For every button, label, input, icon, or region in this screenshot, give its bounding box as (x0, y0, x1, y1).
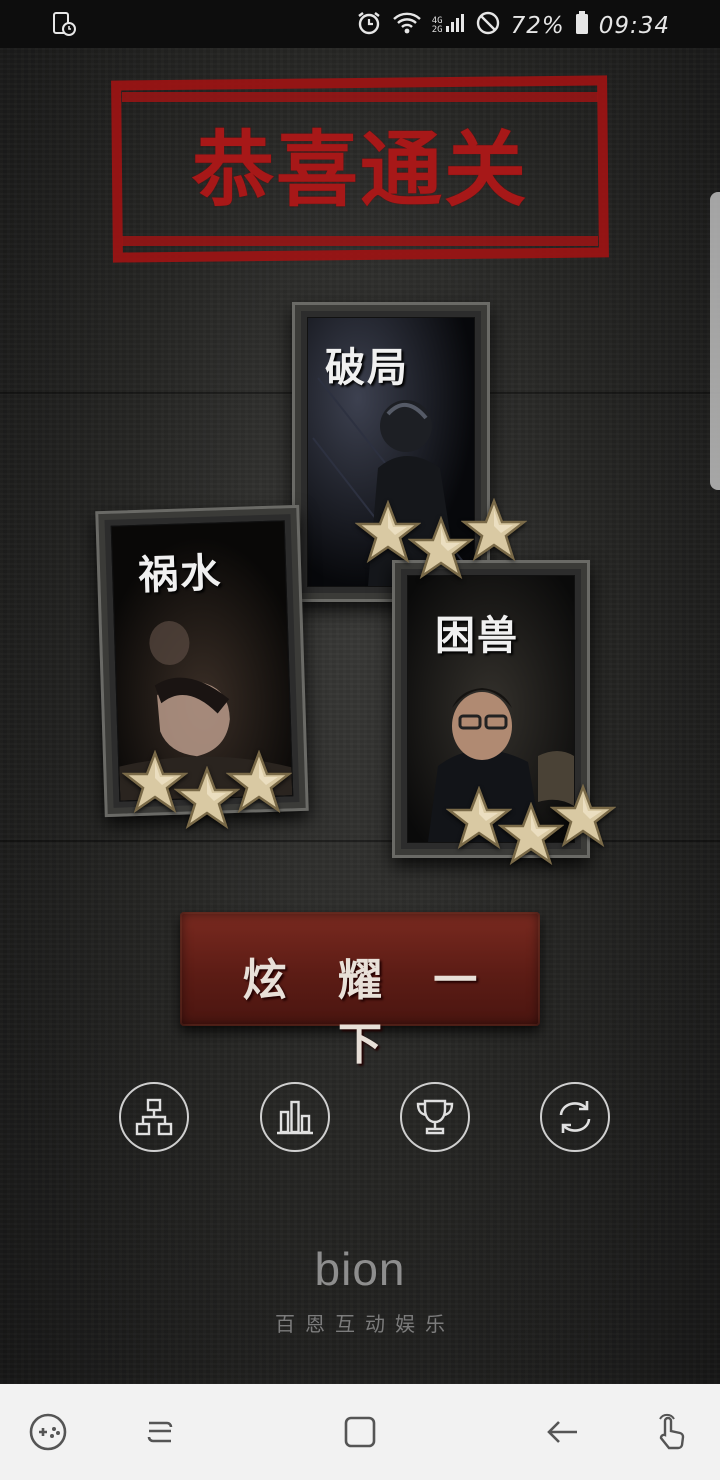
share-button-label: 炫 耀 一 下 (242, 955, 496, 1070)
level-name: 困兽 (435, 613, 519, 659)
network-type-label: 4G 2G (432, 17, 443, 35)
achievements-button[interactable] (400, 1082, 470, 1152)
level-name: 破局 (325, 345, 409, 391)
network-bottom-label: 2G (431, 25, 443, 35)
level-name: 祸水 (137, 550, 223, 599)
wifi-icon (392, 10, 422, 42)
touch-hand-icon (659, 1413, 685, 1450)
alarm-icon (356, 10, 382, 42)
signal-icon (445, 12, 465, 40)
navigation-bar (0, 1384, 720, 1480)
brand-logo: bion (314, 1243, 406, 1295)
share-button[interactable]: 炫 耀 一 下 (180, 912, 540, 1070)
game-screen: 4G 2G 72% 09:34 恭喜通关 破局 祸水 困兽 炫 耀 一 下 bi… (0, 0, 720, 1480)
star-icon (461, 498, 527, 562)
home-icon (344, 1416, 376, 1448)
stamp-bar-bottom (122, 236, 598, 246)
ranking-button[interactable] (260, 1082, 330, 1152)
stamp-bar-top (122, 92, 598, 102)
game-tools-button[interactable] (24, 1408, 72, 1456)
home-button[interactable] (336, 1408, 384, 1456)
back-button[interactable] (538, 1408, 586, 1456)
trophy-icon (416, 1099, 454, 1135)
recent-apps-button[interactable] (136, 1408, 184, 1456)
gamepad-icon (29, 1413, 67, 1451)
status-bar: 4G 2G 72% 09:34 (0, 0, 720, 48)
star-icon (550, 784, 616, 848)
brand-subtitle: 百恩互动娱乐 (275, 1312, 455, 1336)
refresh-icon (559, 1101, 591, 1133)
level-complete-stamp: 恭喜通关 (111, 75, 609, 263)
edge-panel-handle[interactable] (710, 192, 720, 490)
bar-chart-icon (277, 1100, 313, 1135)
battery-percent: 72% (510, 13, 565, 39)
replay-button[interactable] (540, 1082, 610, 1152)
clock-time: 09:34 (598, 13, 670, 39)
stamp-title: 恭喜通关 (191, 122, 528, 218)
recents-icon (147, 1421, 173, 1443)
screen-recorder-icon (52, 12, 78, 40)
battery-icon (575, 11, 589, 41)
star-icon (226, 750, 292, 814)
assistive-touch-button[interactable] (648, 1408, 696, 1456)
do-not-disturb-icon (475, 10, 501, 42)
level-map-button[interactable] (119, 1082, 189, 1152)
hierarchy-icon (135, 1098, 173, 1136)
back-arrow-icon (547, 1421, 577, 1443)
